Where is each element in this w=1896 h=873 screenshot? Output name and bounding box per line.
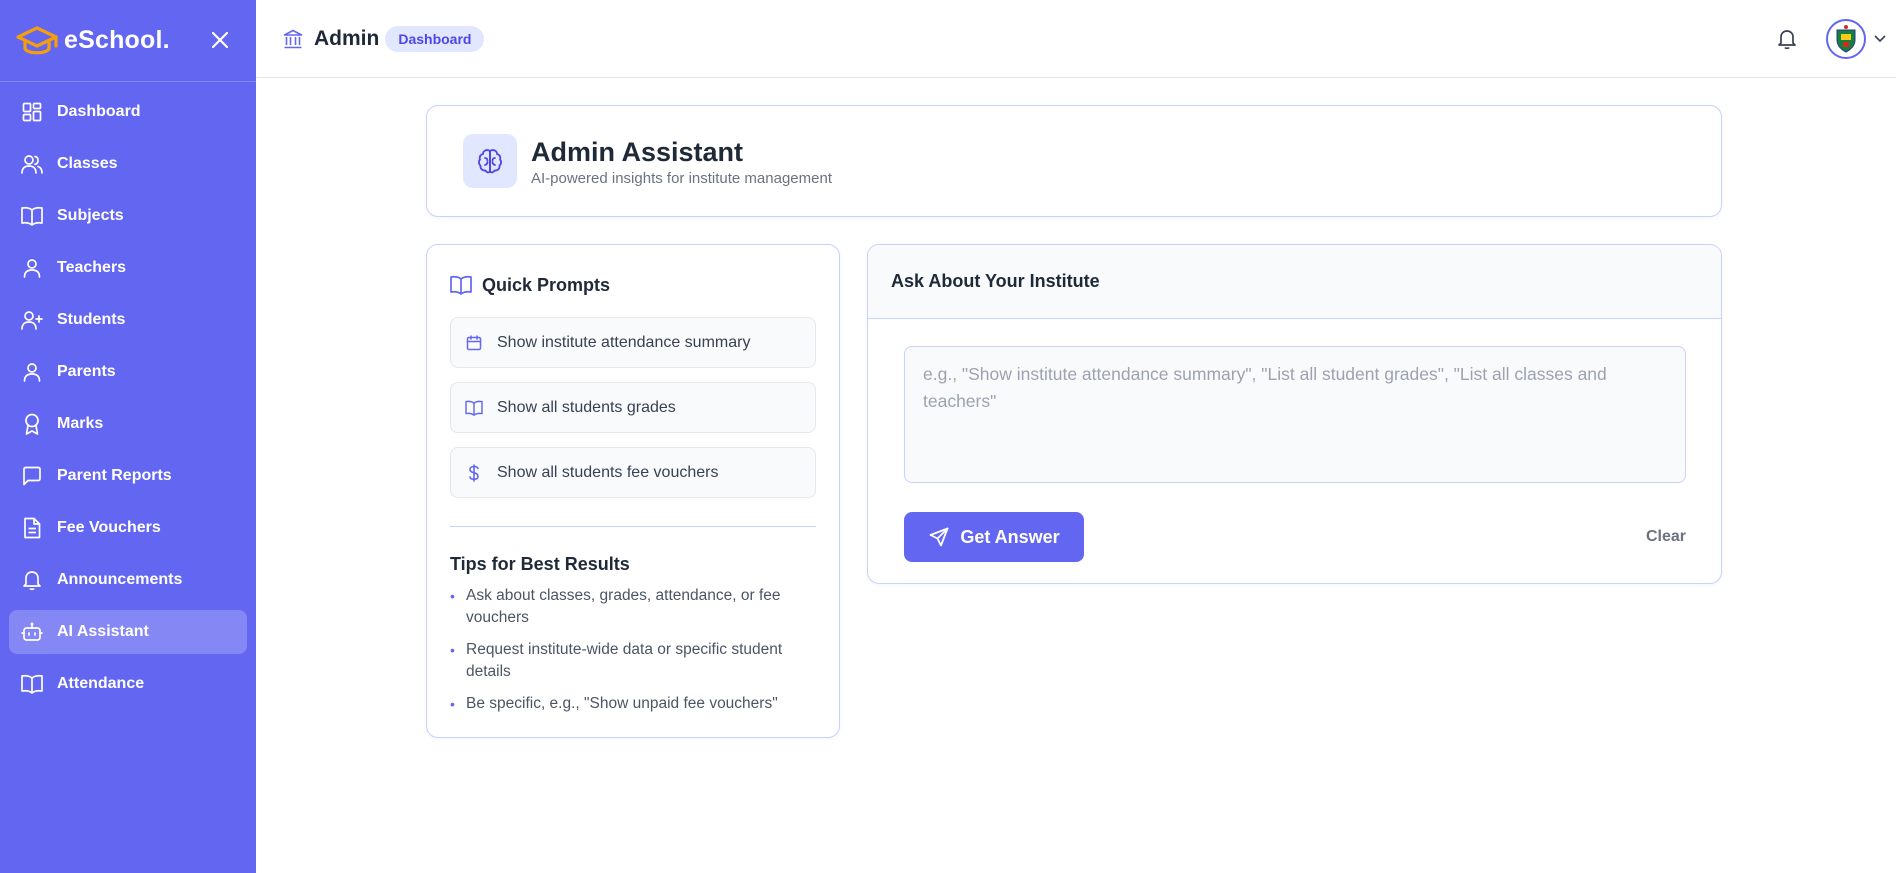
book-open-icon [465, 399, 483, 417]
dollar-sign-icon [465, 463, 483, 482]
sidebar-item-label: Fee Vouchers [57, 519, 161, 536]
assistant-subtitle: AI-powered insights for institute manage… [531, 169, 832, 187]
prompt-students-grades[interactable]: Show all students grades [450, 382, 816, 433]
sidebar-nav: Dashboard Classes Subjects Teachers Stud… [0, 82, 256, 706]
tip-item: Request institute-wide data or specific … [450, 639, 816, 683]
send-icon [928, 526, 950, 548]
sidebar-item-parents[interactable]: Parents [9, 350, 247, 394]
chevron-down-icon[interactable] [1872, 31, 1888, 47]
sidebar-item-dashboard[interactable]: Dashboard [9, 90, 247, 134]
bot-icon [21, 621, 43, 643]
divider [450, 526, 816, 527]
quick-prompts-card: Quick Prompts Show institute attendance … [426, 244, 840, 738]
clear-button[interactable]: Clear [1646, 528, 1686, 546]
sidebar-item-label: Dashboard [57, 103, 141, 120]
prompt-label: Show all students fee vouchers [497, 463, 719, 481]
sidebar-item-parent-reports[interactable]: Parent Reports [9, 454, 247, 498]
file-text-icon [21, 517, 43, 539]
sidebar-item-attendance[interactable]: Attendance [9, 662, 247, 706]
sidebar-item-label: Parents [57, 363, 116, 380]
award-icon [21, 413, 43, 435]
user-icon [21, 361, 43, 383]
bell-icon [21, 569, 43, 591]
sidebar-item-subjects[interactable]: Subjects [9, 194, 247, 238]
avatar[interactable] [1826, 19, 1866, 59]
sidebar-item-label: AI Assistant [57, 623, 149, 640]
app-root: eSchool. Dashboard Classes Subjects Teac… [0, 0, 1896, 873]
topbar-actions [1774, 0, 1896, 78]
user-plus-icon [21, 309, 43, 331]
tips-list: Ask about classes, grades, attendance, o… [450, 585, 816, 715]
sidebar: eSchool. Dashboard Classes Subjects Teac… [0, 0, 256, 873]
sidebar-item-label: Students [57, 311, 126, 328]
sidebar-item-fee-vouchers[interactable]: Fee Vouchers [9, 506, 247, 550]
quick-prompts-title: Quick Prompts [482, 274, 611, 295]
prompt-label: Show institute attendance summary [497, 333, 751, 351]
brain-icon [463, 134, 517, 188]
book-open-icon [21, 673, 43, 695]
ask-actions: Get Answer Clear [904, 512, 1686, 562]
sidebar-item-marks[interactable]: Marks [9, 402, 247, 446]
question-input[interactable] [904, 346, 1686, 483]
assistant-title: Admin Assistant [531, 136, 744, 167]
get-answer-button[interactable]: Get Answer [904, 512, 1084, 562]
prompt-attendance-summary[interactable]: Show institute attendance summary [450, 317, 816, 368]
sidebar-item-ai-assistant[interactable]: AI Assistant [9, 610, 247, 654]
user-icon [21, 257, 43, 279]
role-badge: Dashboard [385, 25, 485, 52]
close-icon[interactable] [208, 28, 232, 52]
assistant-header-card: Admin Assistant AI-powered insights for … [426, 105, 1722, 217]
sidebar-item-label: Marks [57, 415, 104, 432]
prompt-label: Show all students grades [497, 398, 676, 416]
sidebar-item-label: Teachers [57, 259, 127, 276]
brand-name[interactable]: eSchool. [64, 26, 170, 55]
prompt-fee-vouchers[interactable]: Show all students fee vouchers [450, 447, 816, 498]
bell-icon[interactable] [1774, 26, 1800, 52]
book-open-icon [21, 205, 43, 227]
page-title: Admin [314, 26, 380, 50]
tip-item: Ask about classes, grades, attendance, o… [450, 585, 816, 629]
dashboard-icon [21, 101, 43, 123]
graduation-cap-icon [14, 21, 60, 61]
sidebar-item-label: Announcements [57, 571, 183, 588]
sidebar-item-classes[interactable]: Classes [9, 142, 247, 186]
tips-title: Tips for Best Results [450, 554, 630, 574]
sidebar-item-label: Attendance [57, 675, 145, 692]
ask-body: Get Answer Clear [868, 319, 1721, 562]
calendar-icon [465, 334, 483, 352]
sidebar-item-label: Parent Reports [57, 467, 172, 484]
sidebar-item-teachers[interactable]: Teachers [9, 246, 247, 290]
book-open-icon [450, 274, 472, 296]
assistant-header-text: Admin Assistant AI-powered insights for … [531, 136, 832, 187]
ask-card: Ask About Your Institute Get Answer Clea… [867, 244, 1722, 584]
quick-prompts-header: Quick Prompts [450, 267, 816, 303]
message-square-icon [21, 465, 43, 487]
sidebar-item-label: Classes [57, 155, 118, 172]
users-icon [21, 153, 43, 175]
tip-item: Be specific, e.g., "Show unpaid fee vouc… [450, 693, 816, 715]
ask-title: Ask About Your Institute [891, 271, 1100, 291]
get-answer-label: Get Answer [960, 526, 1060, 547]
sidebar-item-students[interactable]: Students [9, 298, 247, 342]
sidebar-item-label: Subjects [57, 207, 124, 224]
ask-header: Ask About Your Institute [868, 245, 1721, 319]
topbar: Admin Dashboard [256, 0, 1896, 78]
sidebar-item-announcements[interactable]: Announcements [9, 558, 247, 602]
building-icon [282, 28, 304, 50]
brand: eSchool. [0, 0, 256, 82]
